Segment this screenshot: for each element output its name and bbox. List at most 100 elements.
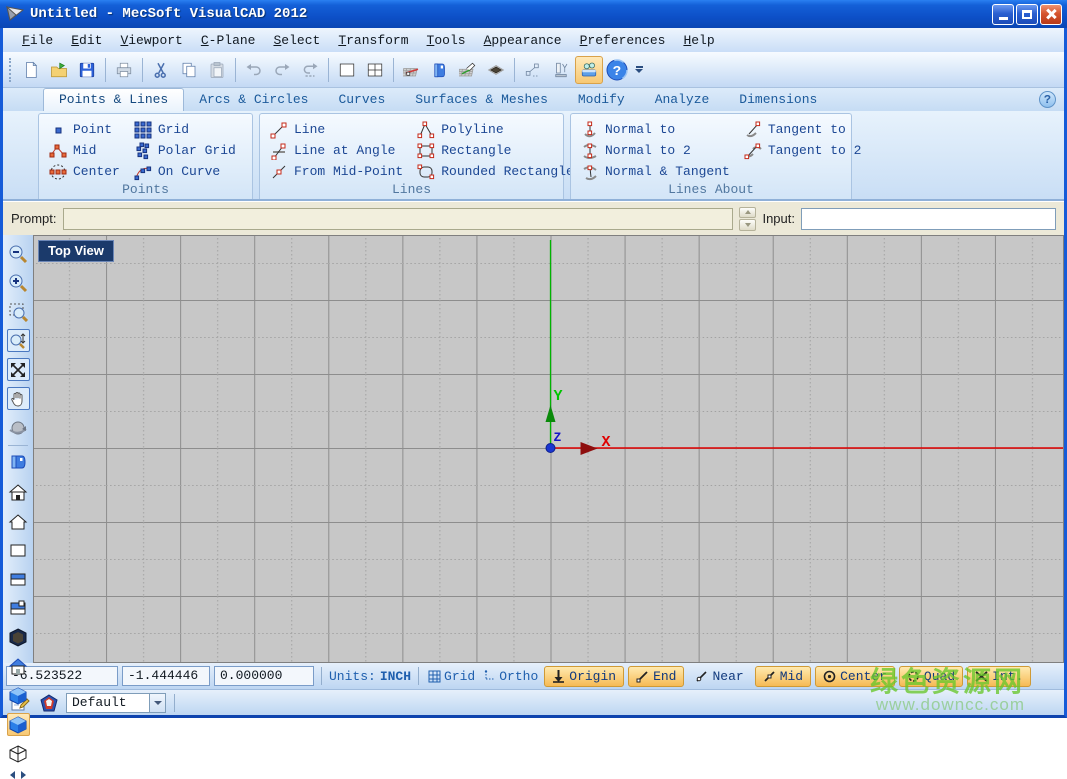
prompt-input[interactable] bbox=[63, 208, 734, 230]
ribbon-help-button[interactable]: ? bbox=[1039, 91, 1056, 108]
undo-button[interactable] bbox=[240, 56, 268, 84]
menu-appearance[interactable]: Appearance bbox=[475, 31, 571, 50]
normal-to-command[interactable]: Normal to bbox=[581, 119, 730, 140]
grid-toggle[interactable]: Grid bbox=[426, 669, 477, 684]
shaded-display-button[interactable] bbox=[482, 56, 510, 84]
shaded-view-button[interactable] bbox=[7, 626, 30, 649]
copy-button[interactable] bbox=[175, 56, 203, 84]
line-from-midpoint-command[interactable]: From Mid-Point bbox=[270, 161, 403, 182]
line-command[interactable]: Line bbox=[270, 119, 403, 140]
snap-quad-button[interactable]: Quad bbox=[899, 666, 963, 687]
save-button[interactable] bbox=[73, 56, 101, 84]
snap-center-button[interactable]: Center bbox=[815, 666, 895, 687]
front-house-view-button[interactable] bbox=[7, 510, 30, 533]
redo-all-button[interactable] bbox=[296, 56, 324, 84]
history-down-button[interactable] bbox=[739, 219, 756, 231]
tab-points-lines[interactable]: Points & Lines bbox=[43, 88, 184, 111]
snap-int-button[interactable]: Int. bbox=[967, 666, 1031, 687]
display-object-button[interactable] bbox=[7, 452, 30, 475]
top-plane-view-button[interactable] bbox=[7, 539, 30, 562]
print-button[interactable] bbox=[110, 56, 138, 84]
ribbon-tab-row: Points & Lines Arcs & Circles Curves Sur… bbox=[3, 88, 1064, 111]
coordinate-z-field[interactable]: 0.000000 bbox=[214, 666, 314, 686]
polyline-command[interactable]: Polyline bbox=[417, 119, 574, 140]
measure-points-button[interactable] bbox=[519, 56, 547, 84]
points-on-curve-command[interactable]: On Curve bbox=[134, 161, 236, 182]
normal-to-2-command[interactable]: Normal to 2 bbox=[581, 140, 730, 161]
zoom-out-button[interactable] bbox=[7, 242, 30, 265]
snap-near-button[interactable]: Near bbox=[688, 666, 750, 687]
snap-origin-button[interactable]: Origin bbox=[544, 666, 624, 687]
layer-select[interactable]: Default bbox=[66, 693, 166, 713]
menu-tools[interactable]: Tools bbox=[418, 31, 475, 50]
cut-button[interactable] bbox=[147, 56, 175, 84]
help-button[interactable]: ? bbox=[603, 56, 631, 84]
pan-button[interactable] bbox=[7, 387, 30, 410]
maximize-button[interactable] bbox=[1016, 4, 1038, 25]
normal-tangent-command[interactable]: Normal & Tangent bbox=[581, 161, 730, 182]
rotate-view-button[interactable] bbox=[7, 416, 30, 439]
tab-curves[interactable]: Curves bbox=[323, 89, 400, 111]
isometric-view-1-button[interactable] bbox=[7, 684, 30, 707]
paste-button[interactable] bbox=[203, 56, 231, 84]
history-up-button[interactable] bbox=[739, 207, 756, 219]
home-roof-view-button[interactable] bbox=[7, 655, 30, 678]
line-at-angle-command[interactable]: Line at Angle bbox=[270, 140, 403, 161]
grid-points-command[interactable]: Grid bbox=[134, 119, 236, 140]
minimize-button[interactable] bbox=[992, 4, 1014, 25]
solid-display-button[interactable] bbox=[426, 56, 454, 84]
layer-value: Default bbox=[72, 695, 127, 710]
center-point-command[interactable]: Center bbox=[49, 161, 120, 182]
rounded-rectangle-command[interactable]: Rounded Rectangle bbox=[417, 161, 574, 182]
snap-end-button[interactable]: End bbox=[628, 666, 684, 687]
viewport-four-button[interactable] bbox=[361, 56, 389, 84]
zoom-in-button[interactable] bbox=[7, 271, 30, 294]
menu-cplane[interactable]: C-Plane bbox=[192, 31, 265, 50]
ortho-toggle[interactable]: Ortho bbox=[481, 669, 540, 684]
coordinate-y-field[interactable]: -1.444446 bbox=[122, 666, 210, 686]
menu-help[interactable]: Help bbox=[674, 31, 723, 50]
viewport-single-button[interactable] bbox=[333, 56, 361, 84]
layer-manager-button[interactable] bbox=[37, 692, 61, 714]
menu-select[interactable]: Select bbox=[264, 31, 329, 50]
home-view-button[interactable] bbox=[7, 481, 30, 504]
menu-viewport[interactable]: Viewport bbox=[111, 31, 191, 50]
wireframe-view-button[interactable] bbox=[7, 742, 30, 765]
measure-tools-button[interactable] bbox=[547, 56, 575, 84]
rectangle-command[interactable]: Rectangle bbox=[417, 140, 574, 161]
point-command[interactable]: Point bbox=[49, 119, 120, 140]
zoom-extents-button[interactable] bbox=[7, 358, 30, 381]
lines-about-column-1: Normal to Normal to 2 Normal & Tangent bbox=[581, 119, 730, 182]
command-input[interactable] bbox=[801, 208, 1056, 230]
render-options-button[interactable] bbox=[575, 56, 603, 84]
menu-preferences[interactable]: Preferences bbox=[571, 31, 675, 50]
sidebar-scroll-buttons[interactable] bbox=[10, 771, 26, 779]
toolbar-overflow-button[interactable] bbox=[635, 66, 643, 73]
snap-mid-button[interactable]: Mid bbox=[755, 666, 811, 687]
tab-arcs-circles[interactable]: Arcs & Circles bbox=[184, 89, 323, 111]
mid-point-command[interactable]: Mid bbox=[49, 140, 120, 161]
new-file-button[interactable] bbox=[17, 56, 45, 84]
tangent-to-command[interactable]: Tangent to bbox=[744, 119, 862, 140]
side-plane-view-button[interactable] bbox=[7, 597, 30, 620]
front-plane-view-button[interactable] bbox=[7, 568, 30, 591]
menu-transform[interactable]: Transform bbox=[329, 31, 417, 50]
tab-surfaces-meshes[interactable]: Surfaces & Meshes bbox=[400, 89, 563, 111]
menu-file[interactable]: File bbox=[13, 31, 62, 50]
isometric-view-2-button[interactable] bbox=[7, 713, 30, 736]
menu-edit[interactable]: Edit bbox=[62, 31, 111, 50]
drawing-viewport[interactable]: Y X Z Top View bbox=[33, 235, 1064, 663]
tab-dimensions[interactable]: Dimensions bbox=[724, 89, 832, 111]
zoom-window-button[interactable] bbox=[7, 300, 30, 323]
open-file-button[interactable] bbox=[45, 56, 73, 84]
redo-button[interactable] bbox=[268, 56, 296, 84]
tangent-to-2-command[interactable]: Tangent to 2 bbox=[744, 140, 862, 161]
close-button[interactable] bbox=[1040, 4, 1062, 25]
tab-modify[interactable]: Modify bbox=[563, 89, 640, 111]
mesh-display-button[interactable] bbox=[398, 56, 426, 84]
tab-analyze[interactable]: Analyze bbox=[640, 89, 725, 111]
zoom-dynamic-button[interactable] bbox=[7, 329, 30, 352]
polar-grid-command[interactable]: Polar Grid bbox=[134, 140, 236, 161]
mesh-edit-button[interactable] bbox=[454, 56, 482, 84]
layer-select-arrow[interactable] bbox=[149, 694, 165, 712]
